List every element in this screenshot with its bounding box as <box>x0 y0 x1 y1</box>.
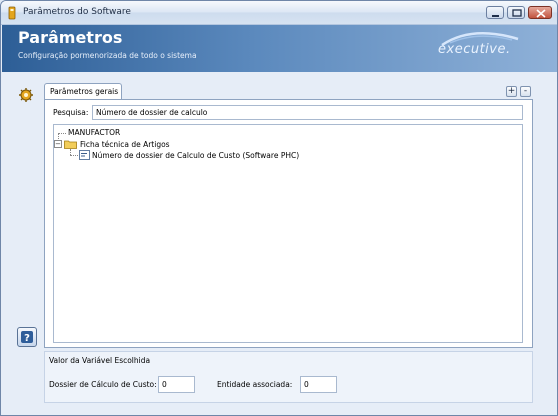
search-label: Pesquisa: <box>53 108 89 117</box>
folder-icon <box>64 140 77 149</box>
tab-parametros-gerais[interactable]: Parâmetros gerais <box>44 83 122 100</box>
tree-connector <box>70 155 78 156</box>
help-button[interactable]: ? <box>17 327 37 347</box>
tree-node-numero-dossier[interactable]: Número de dossier de Calculo de Custo (S… <box>92 151 299 160</box>
parameter-icon <box>79 150 90 160</box>
tab-panel: Pesquisa: MANUFACTOR − Ficha técnica de … <box>44 99 533 348</box>
page-subtitle: Configuração pormenorizada de todo o sis… <box>18 51 197 60</box>
variable-value-panel: Valor da Variável Escolhida Dossier de C… <box>44 351 533 403</box>
add-tab-button[interactable]: + <box>506 86 517 97</box>
close-button[interactable] <box>528 6 552 19</box>
page-title: Parâmetros <box>18 28 123 47</box>
tree-node-ficha-tecnica[interactable]: Ficha técnica de Artigos <box>80 140 170 149</box>
header-banner: Parâmetros Configuração pormenorizada de… <box>2 25 557 72</box>
minimize-button[interactable] <box>486 6 504 19</box>
parameter-tree[interactable]: MANUFACTOR − Ficha técnica de Artigos Nú… <box>53 124 523 343</box>
collapse-icon[interactable]: − <box>54 140 62 148</box>
dossier-field[interactable] <box>158 376 195 393</box>
entidade-field-label: Entidade associada: <box>217 380 293 389</box>
dossier-field-label: Dossier de Cálculo de Custo: <box>49 380 157 389</box>
tree-connector <box>58 133 66 134</box>
maximize-icon <box>512 9 522 17</box>
minimize-icon <box>492 15 499 17</box>
executive-logo: executive. <box>432 29 527 69</box>
logo-text: executive. <box>438 42 511 57</box>
tree-node-manufactor[interactable]: MANUFACTOR <box>68 128 120 137</box>
gear-icon <box>19 88 33 102</box>
remove-tab-button[interactable]: - <box>520 86 531 97</box>
app-icon <box>8 6 16 20</box>
search-input[interactable] <box>92 105 523 120</box>
title-bar[interactable]: Parâmetros do Software <box>1 1 557 25</box>
svg-text:?: ? <box>24 333 30 344</box>
variable-section-title: Valor da Variável Escolhida <box>49 356 151 365</box>
close-icon <box>536 9 546 18</box>
maximize-button[interactable] <box>507 6 525 19</box>
entidade-field[interactable] <box>300 376 337 393</box>
help-icon: ? <box>21 331 33 344</box>
window-title: Parâmetros do Software <box>23 7 131 17</box>
app-window: Parâmetros do Software Parâmetros Config… <box>0 0 558 416</box>
